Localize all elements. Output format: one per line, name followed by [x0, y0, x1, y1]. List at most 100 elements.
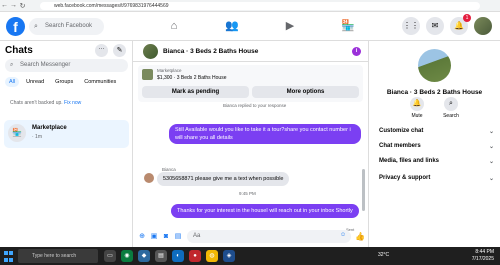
reload-icon[interactable]: ↻: [18, 2, 27, 10]
info-icon[interactable]: i: [352, 47, 361, 56]
listing-card: Marketplace $1,300 · 3 Beds 2 Baths Hous…: [138, 65, 363, 102]
conversation-header: Bianca · 3 Beds 2 Baths House i: [133, 41, 369, 62]
image-icon[interactable]: ▣: [149, 232, 159, 242]
more-options-icon[interactable]: ···: [95, 44, 108, 57]
filter-all[interactable]: All: [5, 77, 20, 87]
conversation-title[interactable]: Bianca · 3 Beds 2 Baths House: [163, 48, 258, 55]
media-files-links-row[interactable]: Media, files and links ⌄: [379, 158, 494, 165]
home-icon[interactable]: ⌂: [145, 14, 203, 39]
messenger-search-placeholder: Search Messenger: [20, 62, 71, 68]
back-icon[interactable]: ←: [0, 2, 9, 9]
weather-widget[interactable]: 32°C: [378, 252, 389, 258]
fix-now-link[interactable]: Fix now: [64, 100, 81, 106]
compose-icon[interactable]: ✎: [113, 44, 126, 57]
like-icon[interactable]: 👍: [355, 232, 365, 241]
incoming-message[interactable]: 5305658871 please give me a text when po…: [157, 172, 290, 186]
account-controls: ⋮⋮ ✉ 🔔 1: [402, 14, 492, 35]
chat-list-item[interactable]: 🏪 Marketplace · 1m: [4, 120, 129, 148]
conversation-panel: Bianca · 3 Beds 2 Baths House i Marketpl…: [133, 41, 369, 247]
privacy-support-label: Privacy & support: [379, 175, 431, 181]
reply-context-text: Bianca replied to your response: [223, 103, 287, 108]
emoji-icon[interactable]: ☺: [340, 232, 346, 238]
clock-time: 8:44 PM: [475, 249, 494, 255]
main-nav: ⌂ 👥 ▶ 🏪: [145, 14, 377, 39]
mark-as-pending-button[interactable]: Mark as pending: [142, 86, 249, 98]
chat-item-name: Marketplace: [32, 125, 67, 131]
backup-notice: Chats aren't backed up. Fix now: [10, 100, 81, 106]
customize-chat-label: Customize chat: [379, 128, 424, 134]
search-icon[interactable]: ⌕: [444, 97, 458, 111]
messenger-search-input[interactable]: ⌕ Search Messenger: [5, 59, 128, 72]
facebook-logo[interactable]: f: [6, 17, 25, 36]
chevron-down-icon: ⌄: [488, 129, 494, 135]
mute-label[interactable]: Mute: [402, 113, 432, 119]
clock-date: 7/17/2025: [471, 256, 494, 262]
chevron-down-icon: ⌄: [488, 144, 494, 150]
incoming-message-text: please give me a text when possible: [195, 176, 284, 182]
listing-category: Marketplace: [157, 68, 182, 73]
filter-communities[interactable]: Communities: [80, 77, 120, 87]
app-icon[interactable]: ◈: [223, 250, 235, 262]
facebook-topbar: f ⌕ Search Facebook ⌂ 👥 ▶ 🏪 ⋮⋮ ✉ 🔔 1: [0, 12, 500, 41]
filter-groups[interactable]: Groups: [51, 77, 77, 87]
video-icon[interactable]: ▶: [261, 14, 319, 39]
chat-item-time: · 1m: [32, 134, 42, 140]
facebook-search-input[interactable]: ⌕ Search Facebook: [29, 18, 104, 35]
details-avatar[interactable]: [418, 49, 451, 82]
chat-members-label: Chat members: [379, 143, 421, 149]
more-options-button[interactable]: More options: [252, 86, 359, 98]
task-view-icon[interactable]: ▭: [104, 250, 116, 262]
chats-sidebar: Chats ··· ✎ ⌕ Search Messenger All Unrea…: [0, 41, 133, 247]
listing-thumbnail[interactable]: [142, 69, 153, 80]
message-input[interactable]: Aa: [187, 230, 351, 243]
whatsapp-icon[interactable]: ◉: [121, 250, 133, 262]
chats-title: Chats: [5, 45, 33, 56]
app-icon[interactable]: ●: [189, 250, 201, 262]
message-scrollbar[interactable]: [362, 169, 365, 211]
system-clock[interactable]: 8:44 PM 7/17/2025: [472, 249, 494, 263]
outgoing-message[interactable]: Still Available would you like to take i…: [169, 124, 361, 144]
taskbar-apps: ▭ ◉ ◆ ▤ ◐ ● ◍ ◈: [104, 250, 235, 262]
details-name: Bianca · 3 Beds 2 Baths House: [386, 89, 483, 96]
search-label[interactable]: Search: [436, 113, 466, 119]
file-explorer-icon[interactable]: ▤: [155, 250, 167, 262]
friends-icon[interactable]: 👥: [203, 14, 261, 39]
sticker-icon[interactable]: ◙: [161, 232, 171, 242]
gif-icon[interactable]: ▤: [173, 232, 183, 242]
customize-chat-row[interactable]: Customize chat ⌄: [379, 128, 494, 135]
browser-toolbar: ← → ↻ ⊜ web.facebook.com/messages/t/9769…: [0, 0, 500, 12]
privacy-support-row[interactable]: Privacy & support ⌄: [379, 175, 494, 182]
taskbar-search-input[interactable]: Type here to search: [18, 249, 98, 263]
address-bar[interactable]: web.facebook.com/messages/t/976983197644…: [40, 2, 480, 10]
message-composer: ⊕ ▣ ◙ ▤ Aa ☺ 👍: [133, 227, 369, 247]
forward-icon[interactable]: →: [9, 2, 18, 9]
media-files-links-label: Media, files and links: [379, 158, 440, 164]
chat-members-row[interactable]: Chat members ⌄: [379, 143, 494, 150]
filter-unread[interactable]: Unread: [22, 77, 48, 87]
notifications-icon[interactable]: 🔔 1: [450, 14, 471, 35]
conversation-avatar[interactable]: [143, 44, 158, 59]
app-icon[interactable]: ◆: [138, 250, 150, 262]
menu-grid-icon[interactable]: ⋮⋮: [402, 17, 420, 35]
edge-icon[interactable]: ◐: [172, 250, 184, 262]
listing-description[interactable]: $1,300 · 3 Beds 2 Baths House: [157, 75, 227, 81]
windows-taskbar: Type here to search ▭ ◉ ◆ ▤ ◐ ● ◍ ◈ 32°C…: [0, 247, 500, 265]
facebook-search-placeholder: Search Facebook: [45, 23, 93, 29]
chrome-icon[interactable]: ◍: [206, 250, 218, 262]
add-icon[interactable]: ⊕: [137, 232, 147, 242]
marketplace-icon[interactable]: 🏪: [319, 14, 377, 39]
message-timestamp: 9:45 PM: [239, 191, 256, 196]
profile-avatar[interactable]: [474, 17, 492, 35]
marketplace-store-icon: 🏪: [8, 124, 26, 142]
chevron-down-icon: ⌄: [488, 176, 494, 182]
windows-start-icon[interactable]: [4, 251, 14, 262]
conversation-details-panel: Bianca · 3 Beds 2 Baths House 🔔 Mute ⌕ S…: [369, 41, 500, 247]
mute-bell-icon[interactable]: 🔔: [410, 97, 424, 111]
outgoing-message[interactable]: Thanks for your interest in the houseI w…: [171, 204, 359, 218]
backup-notice-text: Chats aren't backed up.: [10, 100, 63, 106]
chevron-down-icon: ⌄: [488, 159, 494, 165]
chat-filters: All Unread Groups Communities: [5, 77, 120, 87]
incoming-message-number: 5305658871: [163, 176, 194, 182]
sender-avatar[interactable]: [144, 173, 154, 183]
messenger-icon[interactable]: ✉: [426, 17, 444, 35]
